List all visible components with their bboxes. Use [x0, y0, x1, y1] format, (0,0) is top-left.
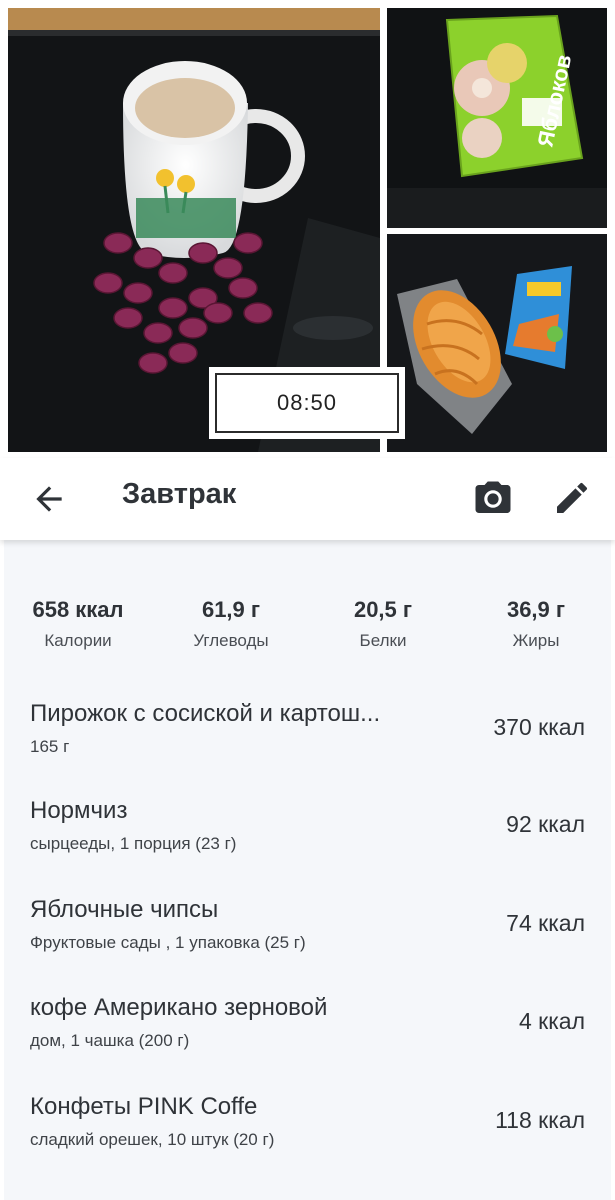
photo-collage[interactable]: Яблоков 08:50: [0, 0, 615, 458]
total-fat-value: 36,9 г: [506, 597, 566, 622]
food-item-description: дом, 1 чашка (200 г): [30, 1031, 190, 1050]
food-item-description: сырцееды, 1 порция (23 г): [30, 834, 237, 853]
app-bar: Завтрак: [0, 458, 615, 540]
photo-time-badge: 08:50: [209, 367, 405, 439]
camera-icon[interactable]: [472, 478, 514, 520]
food-item-description: сладкий орешек, 10 штук (20 г): [30, 1130, 275, 1149]
food-item[interactable]: Пирожок с сосиской и картош... 165 г 370…: [4, 700, 611, 790]
food-item-calories: 118 ккал: [495, 1107, 585, 1133]
total-fat-label: Жиры: [512, 631, 560, 650]
total-carbs: 61,9 г Углеводы: [161, 597, 301, 651]
food-item-name: Пирожок с сосиской и картош...: [30, 700, 381, 727]
food-item-name: кофе Американо зерновой: [30, 994, 328, 1021]
food-item-name: Конфеты PINK Coffe: [30, 1093, 258, 1120]
total-protein-label: Белки: [359, 631, 407, 650]
total-calories-value: 658 ккал: [32, 597, 124, 622]
photo-pie-image: [387, 234, 607, 452]
food-item-calories: 4 ккал: [518, 1008, 585, 1034]
total-carbs-label: Углеводы: [193, 631, 269, 650]
total-protein-value: 20,5 г: [353, 597, 413, 622]
food-item-calories: 92 ккал: [506, 811, 585, 837]
total-fat: 36,9 г Жиры: [466, 597, 606, 651]
total-protein: 20,5 г Белки: [313, 597, 453, 651]
food-item-description: 165 г: [30, 737, 70, 756]
total-calories: 658 ккал Калории: [8, 597, 148, 651]
food-item-name: Яблочные чипсы: [30, 896, 219, 923]
pencil-icon[interactable]: [552, 478, 592, 518]
food-item[interactable]: кофе Американо зерновой дом, 1 чашка (20…: [4, 994, 611, 1084]
meal-details: 658 ккал Калории 61,9 г Углеводы 20,5 г …: [4, 540, 611, 1200]
photo-apple-chips-image: Яблоков: [387, 8, 607, 228]
page-title: Завтрак: [122, 478, 237, 510]
food-item[interactable]: Конфеты PINK Coffe сладкий орешек, 10 шт…: [4, 1093, 611, 1183]
photo-pie-and-cheese[interactable]: [387, 234, 607, 452]
total-carbs-value: 61,9 г: [201, 597, 261, 622]
food-item-calories: 74 ккал: [506, 910, 585, 936]
food-item-name: Нормчиз: [30, 797, 128, 824]
photo-time: 08:50: [215, 373, 399, 433]
total-calories-label: Калории: [44, 631, 112, 650]
food-item[interactable]: Яблочные чипсы Фруктовые сады , 1 упаков…: [4, 896, 611, 986]
food-item[interactable]: Нормчиз сырцееды, 1 порция (23 г) 92 кка…: [4, 797, 611, 887]
food-item-calories: 370 ккал: [493, 714, 585, 740]
arrow-back-icon[interactable]: [30, 480, 68, 518]
photo-apple-chips[interactable]: Яблоков: [387, 8, 607, 228]
food-item-description: Фруктовые сады , 1 упаковка (25 г): [30, 933, 306, 952]
